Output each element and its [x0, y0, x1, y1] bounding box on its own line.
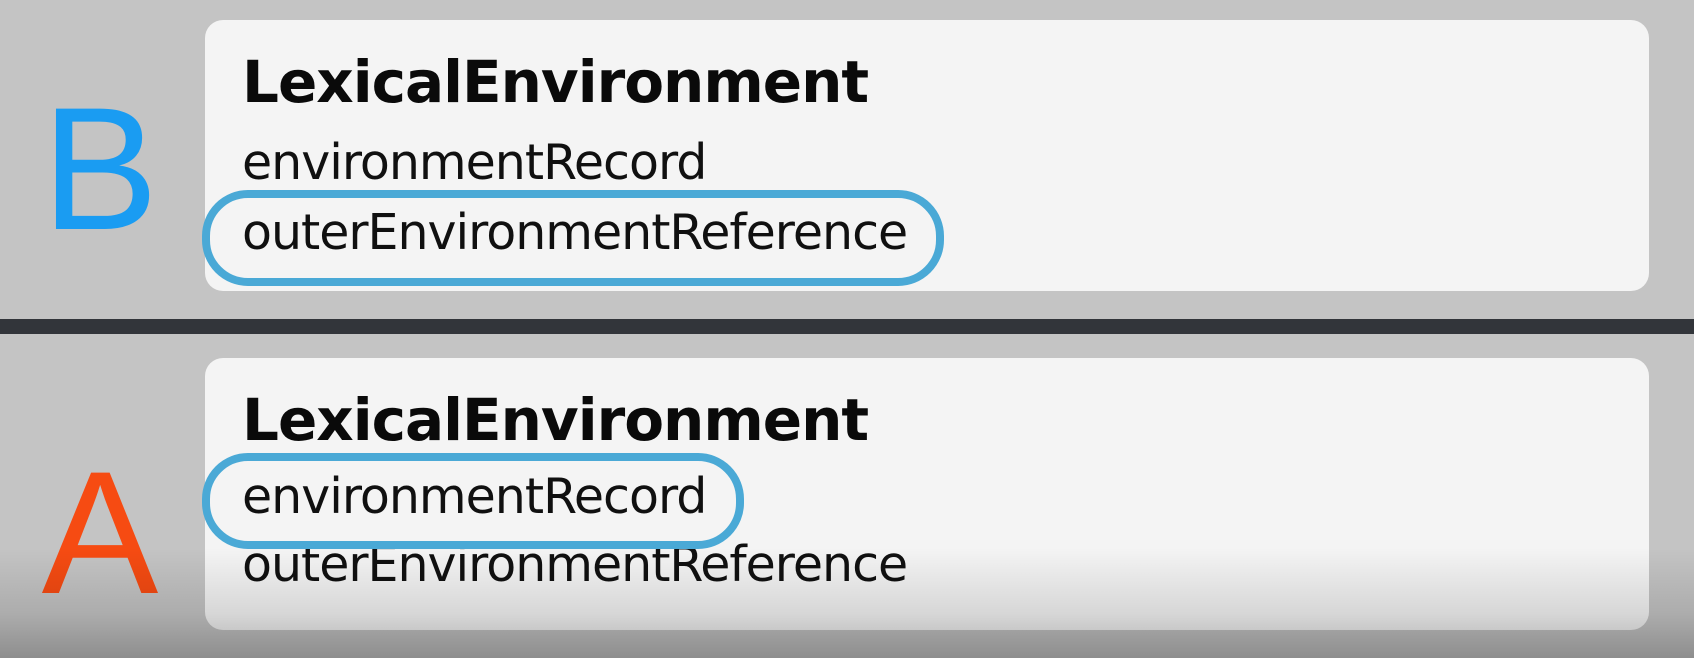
field-environment-record: environmentRecord — [242, 134, 707, 191]
panel-letter-b: B — [41, 72, 159, 267]
highlight-ring — [202, 190, 944, 286]
lexical-environment-card-b: LexicalEnvironment environmentRecord out… — [202, 20, 1649, 291]
divider — [0, 319, 1694, 334]
highlight-ring — [202, 453, 744, 549]
lexical-environment-card-a: LexicalEnvironment environmentRecord out… — [202, 358, 1649, 630]
diagram-stage: B LexicalEnvironment environmentRecord o… — [0, 0, 1694, 658]
panel-b: B LexicalEnvironment environmentRecord o… — [0, 0, 1694, 319]
card-title: LexicalEnvironment — [242, 48, 869, 116]
card-title: LexicalEnvironment — [242, 386, 869, 454]
panel-letter-a: A — [41, 436, 159, 631]
panel-a: A LexicalEnvironment environmentRecord o… — [0, 334, 1694, 658]
